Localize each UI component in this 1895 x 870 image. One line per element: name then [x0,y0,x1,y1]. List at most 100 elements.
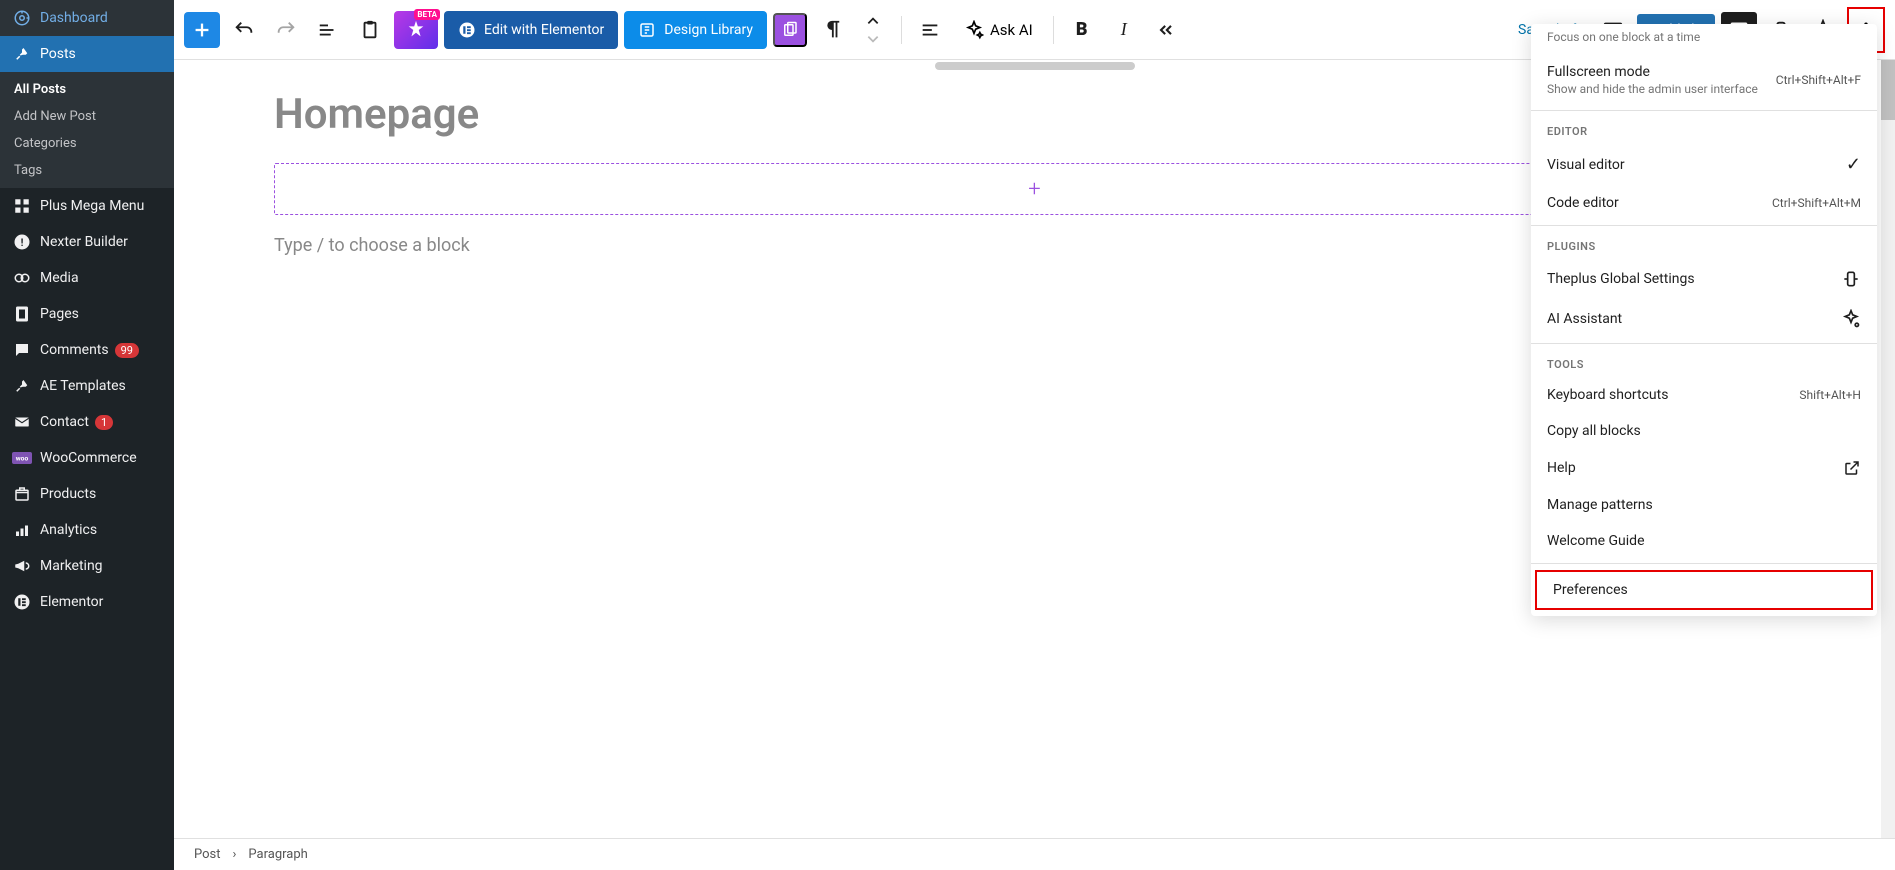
breadcrumb-paragraph[interactable]: Paragraph [248,847,307,862]
sidebar-item-analytics[interactable]: Analytics [0,512,174,548]
sidebar-label: Analytics [40,522,97,538]
sidebar-item-posts[interactable]: Posts [0,36,174,72]
sidebar-label: Plus Mega Menu [40,198,144,214]
sidebar-label: Pages [40,306,79,322]
beta-badge: BETA [414,9,440,20]
megaphone-icon [12,556,32,576]
dd-section-plugins: PLUGINS [1531,230,1877,259]
count-badge: 1 [95,415,113,430]
count-badge: 99 [115,343,139,358]
sidebar-submenu: All Posts Add New Post Categories Tags [0,72,174,188]
dd-divider [1531,343,1877,344]
dd-section-editor: EDITOR [1531,115,1877,144]
sidebar-item-nexter-builder[interactable]: !Nexter Builder [0,224,174,260]
move-buttons [855,12,891,48]
edit-elementor-button[interactable]: Edit with Elementor [444,11,618,49]
pin-icon [12,44,32,64]
dd-spotlight[interactable]: Focus on one block at a time [1531,24,1877,54]
beta-tool-button[interactable]: BETA [394,11,438,49]
document-overview-button[interactable] [310,12,346,48]
block-breadcrumb: Post › Paragraph [174,838,1895,870]
scrollbar-thumb[interactable] [1881,60,1895,120]
svg-text:!: ! [21,236,24,249]
chevron-right-icon: › [233,847,237,862]
dd-divider [1531,110,1877,111]
options-dropdown: Focus on one block at a time Fullscreen … [1531,24,1877,616]
elementor-icon [12,592,32,612]
bold-button[interactable]: B [1064,12,1100,48]
circle-info-icon: ! [12,232,32,252]
page-icon [12,304,32,324]
sidebar-label: Posts [40,46,76,62]
sidebar-sub-categories[interactable]: Categories [0,130,174,157]
dd-section-tools: TOOLS [1531,348,1877,377]
sidebar-label: Media [40,270,79,286]
plus-icon: + [1028,177,1040,202]
envelope-icon [12,412,32,432]
sidebar-item-media[interactable]: Media [0,260,174,296]
comment-icon [12,340,32,360]
dd-manage-patterns[interactable]: Manage patterns [1531,487,1877,523]
vertical-scrollbar[interactable] [1881,60,1895,838]
sidebar-item-ae-templates[interactable]: AE Templates [0,368,174,404]
add-block-button[interactable] [184,12,220,48]
design-library-button[interactable]: Design Library [624,11,767,49]
sidebar-item-plus-mega-menu[interactable]: Plus Mega Menu [0,188,174,224]
undo-button[interactable] [226,12,262,48]
breadcrumb-post[interactable]: Post [194,847,221,862]
dd-welcome[interactable]: Welcome Guide [1531,523,1877,559]
dd-divider [1531,563,1877,564]
sidebar-label: Marketing [40,558,103,574]
dd-help[interactable]: Help [1531,449,1877,487]
italic-button[interactable]: I [1106,12,1142,48]
sidebar-sub-add-new[interactable]: Add New Post [0,103,174,130]
sidebar-item-comments[interactable]: Comments 99 [0,332,174,368]
paragraph-button[interactable] [813,12,849,48]
check-icon: ✓ [1846,154,1861,175]
analytics-icon [12,520,32,540]
sidebar-item-pages[interactable]: Pages [0,296,174,332]
products-icon [12,484,32,504]
external-link-icon [1843,459,1861,477]
sidebar-item-elementor[interactable]: Elementor [0,584,174,620]
sidebar-label: WooCommerce [40,450,137,466]
align-button[interactable] [912,12,948,48]
pin-icon [12,376,32,396]
media-icon [12,268,32,288]
sidebar-item-marketing[interactable]: Marketing [0,548,174,584]
redo-button[interactable] [268,12,304,48]
sidebar-label: Comments [40,342,109,358]
sidebar-item-woocommerce[interactable]: woo WooCommerce [0,440,174,476]
dd-copy-all[interactable]: Copy all blocks [1531,413,1877,449]
grid-icon [12,196,32,216]
dd-theplus[interactable]: Theplus Global Settings [1531,259,1877,299]
dd-code-editor[interactable]: Code editorCtrl+Shift+Alt+M [1531,185,1877,221]
sidebar-label: Contact [40,414,89,430]
toolbar-divider [901,16,902,44]
sidebar-item-dashboard[interactable]: Dashboard [0,0,174,36]
ask-ai-button[interactable]: Ask AI [954,20,1043,40]
plugin-icon [1841,269,1861,289]
paste-button[interactable] [352,12,388,48]
sidebar-label: Elementor [40,594,103,610]
sidebar-sub-all-posts[interactable]: All Posts [0,76,174,103]
sidebar-item-products[interactable]: Products [0,476,174,512]
sidebar-label: AE Templates [40,378,126,394]
sidebar-item-contact[interactable]: Contact 1 [0,404,174,440]
more-formatting-button[interactable] [1148,12,1184,48]
sparkle-icon [1841,309,1861,329]
woo-icon: woo [12,448,32,468]
move-down-button[interactable] [855,30,891,48]
dd-ai-assistant[interactable]: AI Assistant [1531,299,1877,339]
clipboard-tool-button[interactable] [773,13,807,47]
sidebar-label: Dashboard [40,10,108,26]
dd-divider [1531,225,1877,226]
move-up-button[interactable] [855,12,891,30]
dd-visual-editor[interactable]: Visual editor✓ [1531,144,1877,185]
toolbar-divider [1053,16,1054,44]
dd-preferences[interactable]: Preferences [1535,570,1873,610]
sidebar-sub-tags[interactable]: Tags [0,157,174,184]
main-area: BETA Edit with Elementor Design Library … [174,0,1895,870]
dd-fullscreen[interactable]: Fullscreen modeShow and hide the admin u… [1531,54,1877,106]
dd-shortcuts[interactable]: Keyboard shortcutsShift+Alt+H [1531,377,1877,413]
